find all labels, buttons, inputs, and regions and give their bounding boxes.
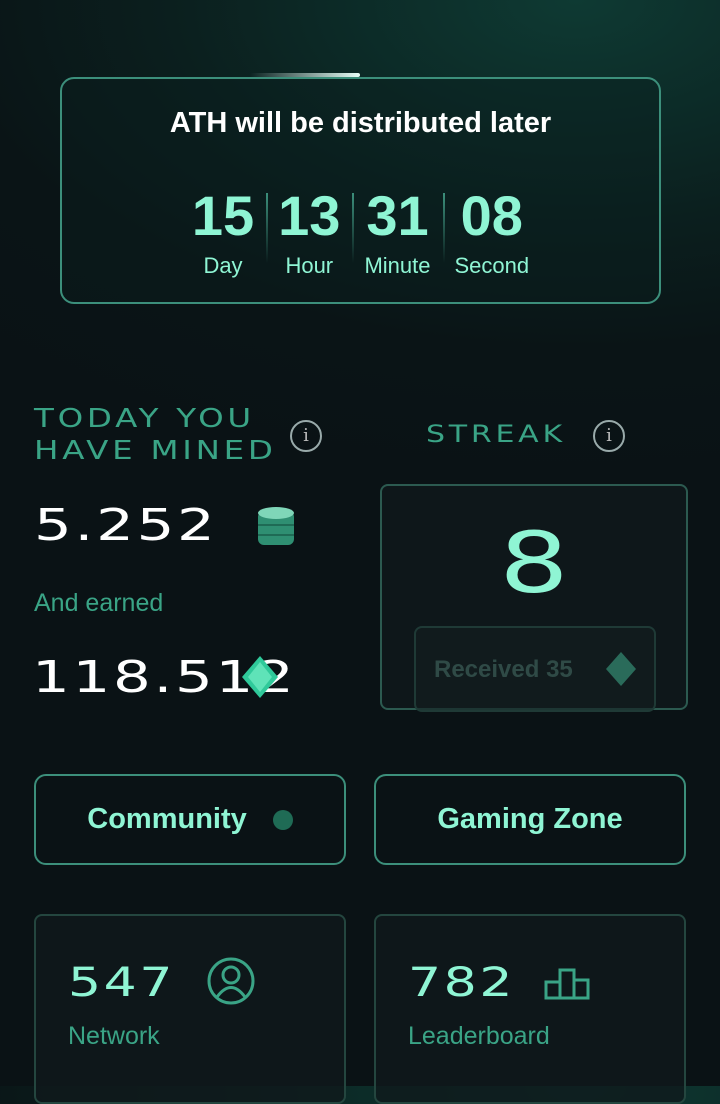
minute-value: 31 <box>366 184 429 247</box>
countdown-title: ATH will be distributed later <box>169 107 552 139</box>
network-label: Network <box>68 1022 160 1050</box>
countdown-card: ATH will be distributed later 15 Day 13 Ho… <box>60 77 661 304</box>
countdown: 15 Day 13 Hour 31 Minute 08 Second <box>62 187 659 279</box>
earned-label: And earned <box>34 589 164 617</box>
community-button[interactable]: Community <box>34 774 346 865</box>
received-box: Received 35 <box>414 626 656 712</box>
countdown-minute: 31 Minute <box>352 187 442 279</box>
minute-label: Minute <box>364 253 431 278</box>
countdown-second: 08 Second <box>442 184 542 279</box>
user-icon <box>207 957 255 1005</box>
second-value: 08 <box>460 184 523 247</box>
community-label: Community <box>87 803 247 835</box>
gem-icon <box>606 652 636 686</box>
hour-value: 13 <box>278 184 341 247</box>
network-card[interactable]: 547 Network <box>34 914 346 1104</box>
streak-heading: STREAK <box>426 420 566 448</box>
mined-amount: 5.252 <box>34 500 218 551</box>
leaderboard-value: 782 <box>408 960 516 1006</box>
gaming-zone-button[interactable]: Gaming Zone <box>374 774 686 865</box>
mined-info-icon[interactable]: i <box>290 420 322 452</box>
streak-card: 8 Received 35 <box>380 484 688 712</box>
mined-heading-line1: TODAY YOU <box>34 404 255 434</box>
gem-icon <box>242 656 278 698</box>
received-label: Received 35 <box>434 656 573 683</box>
countdown-day: 15 Day <box>180 187 266 279</box>
day-label: Day <box>203 253 243 278</box>
streak-info-icon[interactable]: i <box>593 420 625 452</box>
second-label: Second <box>454 253 530 278</box>
countdown-hour: 13 Hour <box>266 187 352 279</box>
streak-value: 8 <box>499 514 569 612</box>
mined-heading-line2: HAVE MINED <box>34 436 277 466</box>
network-value: 547 <box>68 960 176 1006</box>
coin-stack-icon <box>258 507 294 545</box>
leaderboard-label: Leaderboard <box>408 1022 550 1050</box>
podium-icon <box>544 968 590 1000</box>
status-dot-icon <box>272 810 293 831</box>
leaderboard-card[interactable]: 782 Leaderboard <box>374 914 686 1104</box>
hour-label: Hour <box>285 253 334 278</box>
day-value: 15 <box>191 184 255 247</box>
